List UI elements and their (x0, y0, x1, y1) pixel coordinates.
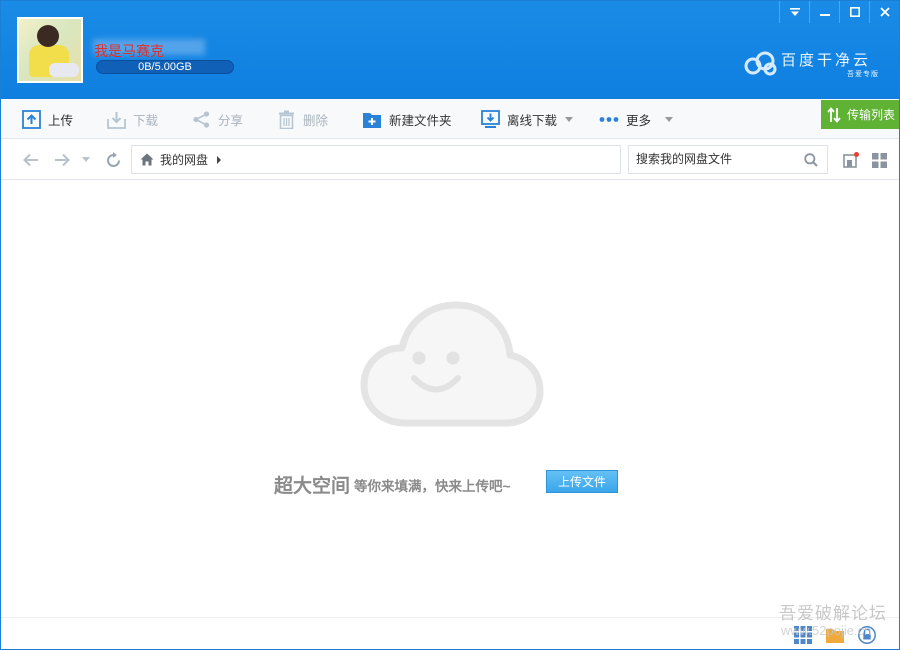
breadcrumb-arrow-icon[interactable] (217, 155, 222, 164)
search-icon[interactable] (804, 153, 818, 167)
app-window: 我是马赛克 0B/5.00GB 百度干净云 吾爱专版 上传 下载 分享 删除 新… (0, 0, 900, 650)
app-logo: 百度干净云 吾爱专版 (743, 47, 883, 81)
avatar[interactable] (17, 17, 83, 83)
maximize-icon[interactable] (839, 1, 869, 23)
refresh-icon[interactable] (105, 151, 122, 168)
file-list-area: 超大空间 等你来填满，快来上传吧~ 上传文件 (1, 181, 899, 617)
header-bar: 我是马赛克 0B/5.00GB 百度干净云 吾爱专版 (1, 1, 899, 99)
grid-view-icon[interactable] (872, 152, 887, 168)
forward-arrow-icon[interactable] (54, 152, 70, 168)
cloud-logo-icon (744, 51, 777, 76)
chevron-down-icon[interactable] (665, 116, 674, 122)
offline-download-icon (481, 109, 500, 128)
offline-download-button[interactable]: 离线下载 (481, 99, 574, 139)
status-bar (1, 617, 899, 649)
logo-subtitle: 吾爱专版 (847, 71, 879, 78)
search-box (628, 145, 828, 174)
delete-button[interactable]: 删除 (277, 99, 328, 139)
back-arrow-icon[interactable] (23, 152, 39, 168)
toolbar: 上传 下载 分享 删除 新建文件夹 离线下载 更多 (1, 99, 899, 139)
search-input[interactable] (636, 146, 796, 172)
logo-text: 百度干净云 (781, 51, 872, 69)
upload-file-button[interactable]: 上传文件 (546, 470, 618, 493)
smiling-cloud-icon (360, 301, 544, 427)
history-dropdown-icon[interactable] (82, 152, 90, 168)
new-folder-button[interactable]: 新建文件夹 (362, 99, 452, 139)
delete-label: 删除 (303, 113, 329, 128)
new-folder-label: 新建文件夹 (389, 113, 452, 128)
more-button[interactable]: 更多 (599, 99, 674, 139)
breadcrumb: 我的网盘 (131, 145, 621, 174)
quota-bar: 0B/5.00GB (96, 60, 234, 74)
download-icon (107, 111, 126, 129)
watermark-url: www.52pojie.cn (781, 623, 872, 638)
share-button[interactable]: 分享 (192, 99, 243, 139)
empty-state-text: 等你来填满，快来上传吧~ (354, 478, 511, 494)
username[interactable]: 我是马赛克 (94, 41, 164, 61)
offline-download-label: 离线下载 (507, 113, 558, 128)
menu-icon[interactable] (779, 1, 809, 23)
more-icon (599, 116, 619, 122)
window-controls (779, 1, 899, 23)
home-icon[interactable] (140, 153, 154, 166)
watermark-text: 吾爱破解论坛 (779, 604, 887, 624)
new-folder-icon (363, 112, 381, 128)
download-button[interactable]: 下载 (107, 99, 158, 139)
transfer-icon (827, 106, 841, 123)
transfer-list-label: 传输列表 (847, 108, 896, 122)
upload-icon (22, 109, 41, 129)
more-label: 更多 (626, 113, 652, 128)
close-icon[interactable] (869, 1, 899, 23)
upload-label: 上传 (48, 113, 74, 128)
chevron-down-icon[interactable] (565, 116, 574, 122)
navigation-bar: 我的网盘 (1, 140, 899, 180)
empty-state-message: 超大空间 等你来填满，快来上传吧~ (274, 471, 510, 498)
upload-button[interactable]: 上传 (22, 99, 73, 139)
empty-state-headline: 超大空间 (274, 476, 351, 497)
transfer-list-tab[interactable]: 传输列表 (821, 100, 899, 129)
share-icon (193, 110, 210, 128)
breadcrumb-root[interactable]: 我的网盘 (160, 151, 208, 168)
trash-icon (279, 110, 294, 129)
notification-view-icon[interactable] (843, 152, 859, 168)
download-label: 下载 (133, 113, 159, 128)
minimize-icon[interactable] (809, 1, 839, 23)
share-label: 分享 (218, 113, 244, 128)
